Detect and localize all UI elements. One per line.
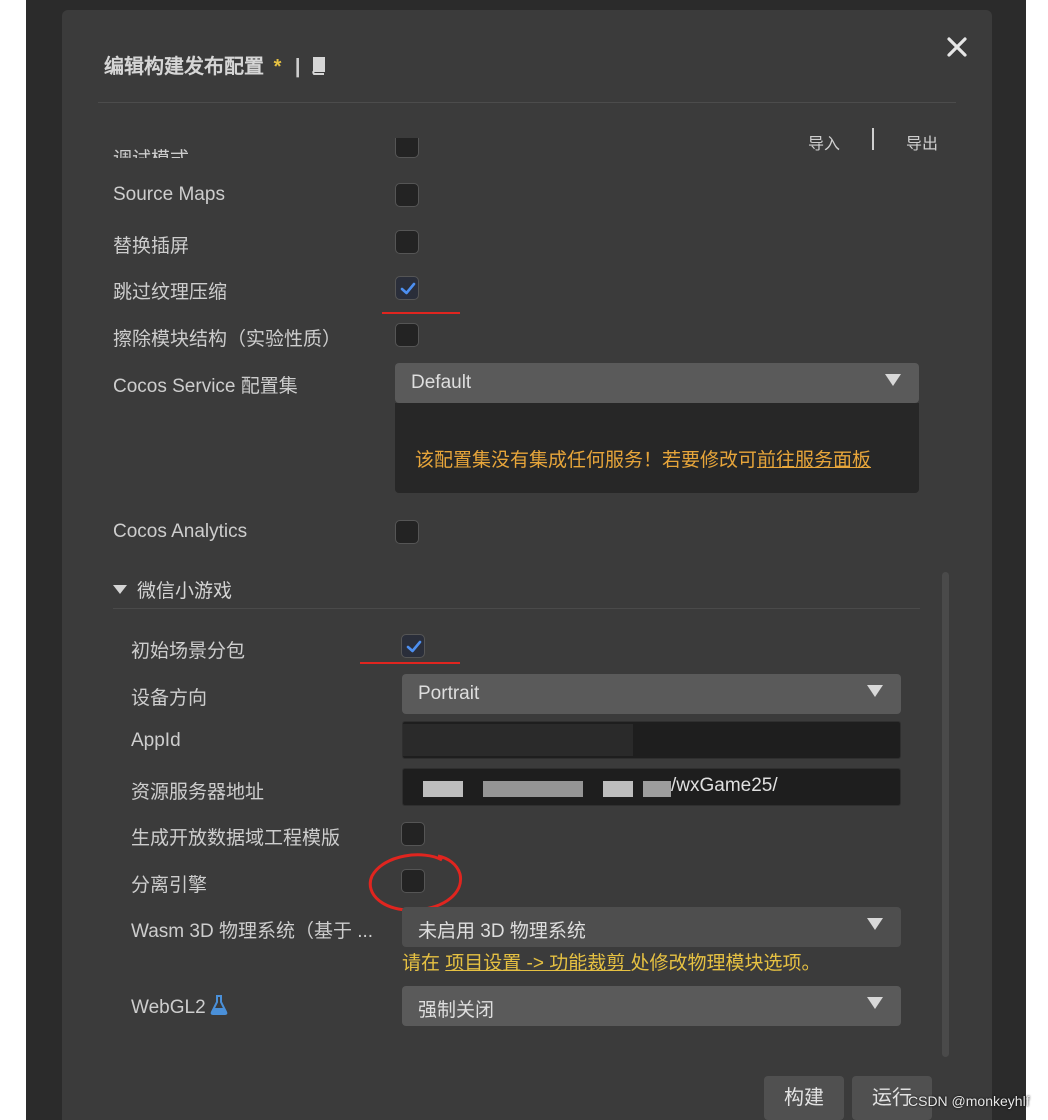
- cocos-service-dropdown[interactable]: Default: [395, 363, 919, 403]
- wasm-physics-value: 未启用 3D 物理系统: [418, 921, 586, 942]
- flask-icon: [210, 995, 228, 1015]
- caret-down-icon: [867, 997, 883, 1009]
- checkmark-icon: [400, 282, 416, 295]
- redacted-text: [603, 781, 633, 797]
- webgl2-dropdown[interactable]: 强制关闭: [402, 986, 901, 1026]
- caret-down-icon: [867, 918, 883, 930]
- resource-server-input[interactable]: /wxGame25/: [402, 768, 901, 806]
- cocos-analytics-checkbox[interactable]: [395, 520, 419, 544]
- webgl2-label: WebGL2: [131, 995, 228, 1019]
- project-settings-link[interactable]: 项目设置 -> 功能裁剪: [445, 953, 630, 974]
- build-config-dialog: 编辑构建发布配置 * | 导入 导出 调试模式 Source Maps 替换插屏…: [62, 10, 992, 1120]
- open-data-template-checkbox[interactable]: [401, 822, 425, 846]
- wasm-physics-dropdown[interactable]: 未启用 3D 物理系统: [402, 907, 901, 947]
- wechat-section-header[interactable]: 微信小游戏: [113, 576, 232, 603]
- checkmark-icon: [406, 640, 422, 653]
- debug-mode-label: 调试模式: [113, 144, 189, 158]
- modified-marker: *: [273, 56, 282, 78]
- close-button[interactable]: [942, 32, 972, 62]
- skip-texture-compress-checkbox[interactable]: [395, 276, 419, 300]
- build-button[interactable]: 构建: [764, 1076, 844, 1120]
- caret-down-icon: [113, 585, 127, 594]
- debug-mode-checkbox[interactable]: [395, 138, 419, 158]
- open-data-template-label: 生成开放数据域工程模版: [131, 828, 341, 849]
- service-notice-text: 该配置集没有集成任何服务！若要修改可: [415, 450, 758, 471]
- appid-input[interactable]: [402, 721, 901, 759]
- physics-note-prefix: 请在: [402, 953, 446, 974]
- debug-mode-label-clipped: 调试模式: [113, 138, 313, 158]
- webgl2-label-text: WebGL2: [131, 997, 206, 1018]
- physics-note-suffix: 处修改物理模块选项。: [630, 953, 821, 974]
- title-separator: |: [294, 56, 301, 78]
- red-underline-annotation: [382, 312, 460, 314]
- webgl2-value: 强制关闭: [418, 1000, 495, 1021]
- scrollbar[interactable]: [942, 572, 949, 1057]
- cocos-service-label: Cocos Service 配置集: [113, 376, 298, 397]
- section-divider: [113, 608, 920, 609]
- title-divider: [98, 102, 956, 103]
- toolbar-separator: [872, 128, 874, 150]
- csdn-watermark: CSDN @monkeyhlf: [908, 1093, 1030, 1109]
- source-maps-checkbox[interactable]: [395, 183, 419, 207]
- redacted-text: [403, 724, 633, 756]
- dialog-title: 编辑构建发布配置 * |: [104, 50, 326, 79]
- wechat-section-title: 微信小游戏: [137, 581, 233, 602]
- import-button[interactable]: 导入: [808, 130, 840, 154]
- orientation-label: 设备方向: [131, 688, 208, 709]
- erase-module-label: 擦除模块结构（实验性质）: [113, 329, 342, 350]
- resource-server-value: /wxGame25/: [671, 775, 778, 796]
- dialog-title-text: 编辑构建发布配置: [104, 56, 264, 78]
- initial-scene-label: 初始场景分包: [131, 641, 246, 662]
- physics-note: 请在 项目设置 -> 功能裁剪 处修改物理模块选项。: [402, 948, 821, 975]
- service-notice: 该配置集没有集成任何服务！若要修改可前往服务面板: [415, 445, 871, 472]
- service-panel-link[interactable]: 前往服务面板: [757, 450, 871, 471]
- skip-texture-compress-label: 跳过纹理压缩: [113, 282, 228, 303]
- redacted-text: [423, 781, 463, 797]
- orientation-value: Portrait: [418, 683, 480, 704]
- source-maps-label: Source Maps: [113, 184, 225, 205]
- close-icon: [947, 37, 967, 57]
- separate-engine-label: 分离引擎: [131, 875, 208, 896]
- caret-down-icon: [867, 685, 883, 697]
- redacted-text: [643, 781, 671, 797]
- orientation-dropdown[interactable]: Portrait: [402, 674, 901, 714]
- export-button[interactable]: 导出: [906, 130, 938, 154]
- caret-down-icon: [885, 374, 901, 386]
- cocos-service-value: Default: [411, 372, 472, 393]
- resource-server-label: 资源服务器地址: [131, 782, 265, 803]
- wasm-physics-label: Wasm 3D 物理系统（基于 ...: [131, 921, 374, 942]
- cocos-analytics-label: Cocos Analytics: [113, 521, 248, 542]
- redacted-text: [483, 781, 583, 797]
- replace-splash-checkbox[interactable]: [395, 230, 419, 254]
- book-icon[interactable]: [310, 57, 326, 75]
- service-notice-box: 该配置集没有集成任何服务！若要修改可前往服务面板: [395, 403, 919, 493]
- initial-scene-checkbox[interactable]: [401, 634, 425, 658]
- erase-module-checkbox[interactable]: [395, 323, 419, 347]
- appid-label: AppId: [131, 730, 181, 751]
- red-underline-annotation: [360, 662, 460, 664]
- replace-splash-label: 替换插屏: [113, 236, 190, 257]
